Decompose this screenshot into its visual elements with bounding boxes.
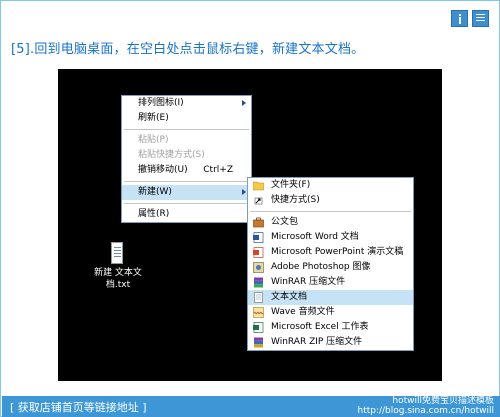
submenu-item-wave[interactable]: Wave 音频文件 <box>248 305 413 320</box>
submenu-item-label: WinRAR ZIP 压缩文件 <box>271 337 363 347</box>
submenu-item-folder[interactable]: 文件夹(F) <box>248 178 413 193</box>
submenu-item-briefcase[interactable]: 公文包 <box>248 215 413 230</box>
submenu-arrow-icon <box>242 189 246 195</box>
menu-item-paste-shortcut: 粘贴快捷方式(S) <box>122 148 251 163</box>
menu-separator <box>250 211 411 212</box>
menu-item-undo-move[interactable]: 撤销移动(U) Ctrl+Z <box>122 163 251 178</box>
top-toolbar <box>451 10 489 27</box>
menu-item-label: 撤销移动(U) <box>138 165 188 175</box>
menu-item-label: 粘贴快捷方式(S) <box>138 150 205 160</box>
submenu-item-label: Adobe Photoshop 图像 <box>271 262 371 272</box>
excel-icon <box>253 322 264 333</box>
submenu-item-shortcut[interactable]: 快捷方式(S) <box>248 193 413 208</box>
photoshop-icon <box>253 262 264 273</box>
new-submenu: 文件夹(F) 快捷方式(S) 公文包 Microsoft Word 文档 Mic… <box>247 177 414 351</box>
submenu-item-label: 公文包 <box>271 217 299 227</box>
submenu-item-winrar[interactable]: WinRAR 压缩文件 <box>248 275 413 290</box>
submenu-item-label: 文本文档 <box>271 292 308 302</box>
submenu-item-label: Wave 音频文件 <box>271 307 335 317</box>
footer-bar: [ 获取店铺首页等链接地址 ] hotwill免费宝贝描述模板 http://b… <box>2 396 500 417</box>
submenu-item-word[interactable]: Microsoft Word 文档 <box>248 230 413 245</box>
menu-separator <box>124 129 249 130</box>
context-menu: 排列图标(I) 刷新(E) 粘贴(P) 粘贴快捷方式(S) 撤销移动(U) Ct… <box>121 95 252 223</box>
file-label-line1: 新建 文本文 <box>94 268 142 278</box>
menu-item-properties[interactable]: 属性(R) <box>122 207 251 222</box>
menu-item-label: 排列图标(I) <box>138 98 184 108</box>
menu-item-label: 属性(R) <box>138 209 170 219</box>
submenu-item-photoshop[interactable]: Adobe Photoshop 图像 <box>248 260 413 275</box>
menu-item-shortcut: Ctrl+Z <box>203 165 233 175</box>
submenu-item-label: Microsoft PowerPoint 演示文稿 <box>271 247 404 257</box>
footer-link[interactable]: [ 获取店铺首页等链接地址 ] <box>10 399 147 415</box>
menu-separator <box>124 203 249 204</box>
word-icon <box>253 232 264 243</box>
menu-item-label: 刷新(E) <box>138 113 169 123</box>
page-frame: [5].回到电脑桌面，在空白处点击鼠标右键，新建文本文档。 排列图标(I) 刷新… <box>0 0 500 417</box>
desktop-screenshot: 排列图标(I) 刷新(E) 粘贴(P) 粘贴快捷方式(S) 撤销移动(U) Ct… <box>58 69 442 381</box>
footer-credit-url[interactable]: http://blog.sina.com.cn/hotwill <box>357 406 494 416</box>
desktop-file-label[interactable]: 新建 文本文 档.txt <box>88 267 148 291</box>
submenu-item-winrar-zip[interactable]: WinRAR ZIP 压缩文件 <box>248 335 413 350</box>
submenu-item-text-document[interactable]: 文本文档 <box>248 290 413 305</box>
footer-credit: hotwill免费宝贝描述模板 http://blog.sina.com.cn/… <box>357 396 494 416</box>
menu-item-label: 粘贴(P) <box>138 135 169 145</box>
winrar-icon <box>254 277 263 288</box>
submenu-item-label: Microsoft Word 文档 <box>271 232 359 242</box>
folder-icon <box>253 181 264 191</box>
footer-credit-title: hotwill免费宝贝描述模板 <box>392 396 494 406</box>
submenu-item-label: Microsoft Excel 工作表 <box>271 322 369 332</box>
submenu-item-excel[interactable]: Microsoft Excel 工作表 <box>248 320 413 335</box>
menu-item-label: 新建(W) <box>138 187 172 197</box>
menu-item-paste: 粘贴(P) <box>122 133 251 148</box>
text-document-icon <box>254 292 263 303</box>
menu-separator <box>124 181 249 182</box>
wave-icon <box>253 307 264 318</box>
powerpoint-icon <box>253 247 264 258</box>
briefcase-icon <box>253 217 264 228</box>
info-icon[interactable] <box>451 10 468 27</box>
menu-item-arrange-icons[interactable]: 排列图标(I) <box>122 96 251 111</box>
submenu-item-label: 文件夹(F) <box>271 180 311 190</box>
submenu-item-powerpoint[interactable]: Microsoft PowerPoint 演示文稿 <box>248 245 413 260</box>
text-file-desktop-icon[interactable] <box>111 242 123 264</box>
shortcut-icon <box>254 197 263 205</box>
submenu-item-label: 快捷方式(S) <box>271 195 320 205</box>
step-instruction: [5].回到电脑桌面，在空白处点击鼠标右键，新建文本文档。 <box>11 42 365 57</box>
submenu-item-label: WinRAR 压缩文件 <box>271 277 346 287</box>
menu-item-refresh[interactable]: 刷新(E) <box>122 111 251 126</box>
menu-item-new[interactable]: 新建(W) <box>122 185 251 200</box>
winrar-zip-icon <box>254 337 263 348</box>
file-label-line2: 档.txt <box>105 280 131 290</box>
submenu-arrow-icon <box>242 100 246 106</box>
list-icon[interactable] <box>472 10 489 27</box>
